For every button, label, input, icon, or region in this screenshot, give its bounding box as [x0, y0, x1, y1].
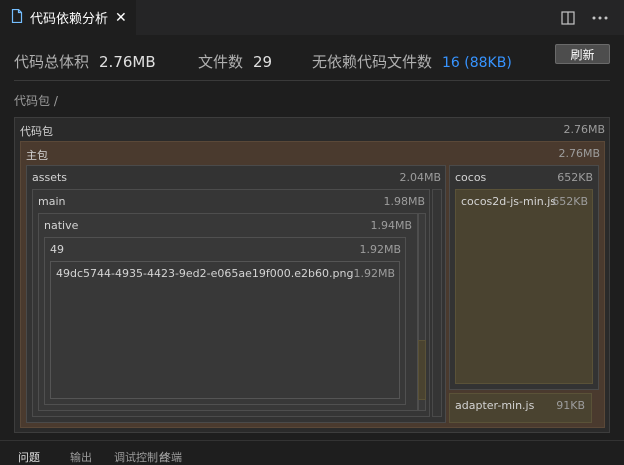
treemap-small-dir[interactable]: [432, 189, 442, 417]
file-icon: [11, 8, 23, 27]
panel-tab-problems[interactable]: 问题: [18, 449, 40, 465]
treemap-native-size: 1.94MB: [370, 219, 412, 232]
treemap-assets-label: assets: [32, 171, 68, 184]
treemap-main-package-label: 主包: [26, 149, 48, 162]
stat-files-label: 文件数: [198, 53, 244, 71]
more-icon[interactable]: [590, 8, 610, 28]
stat-nodep-label: 无依赖代码文件数: [312, 53, 433, 71]
treemap-cocos2d-js-size: 652KB: [552, 195, 588, 208]
treemap-root-label: 代码包: [20, 125, 53, 138]
stat-total-label: 代码总体积: [14, 53, 90, 71]
treemap-dir-49-label: 49: [50, 243, 64, 256]
tab-code-dependency-analysis[interactable]: 代码依赖分析 ✕: [0, 0, 137, 35]
stat-files-value: 29: [253, 53, 273, 71]
treemap-main-size: 1.98MB: [383, 195, 425, 208]
divider: [14, 80, 610, 81]
close-icon[interactable]: ✕: [115, 10, 127, 26]
stat-total-value: 2.76MB: [99, 53, 156, 71]
panel-tab-terminal[interactable]: 终端: [160, 449, 182, 465]
treemap-png-size: 1.92MB: [353, 267, 395, 280]
stat-no-dependency: 无依赖代码文件数 16 (88KB): [312, 51, 512, 72]
treemap-cocos-label: cocos: [455, 171, 487, 184]
treemap-assets-size: 2.04MB: [399, 171, 441, 184]
treemap-cocos2d-js-file[interactable]: [455, 189, 593, 384]
stat-file-count: 文件数 29: [198, 51, 272, 72]
breadcrumb[interactable]: 代码包 /: [14, 92, 58, 109]
treemap-png-file[interactable]: [50, 261, 400, 399]
treemap-adapter-size: 91KB: [556, 399, 585, 412]
treemap-cocos-size: 652KB: [557, 171, 593, 184]
refresh-button[interactable]: 刷新: [555, 44, 610, 64]
treemap-native-sliver-file[interactable]: [418, 340, 426, 400]
bottom-panel-tabs: 问题 输出 调试控制台 终端: [0, 440, 624, 464]
treemap-png-label: 49dc5744-4935-4423-9ed2-e065ae19f000.e2b…: [56, 267, 354, 280]
treemap-main-label: main: [38, 195, 66, 208]
split-editor-icon[interactable]: [558, 8, 578, 28]
treemap-native-label: native: [44, 219, 79, 232]
stat-nodep-value[interactable]: 16 (88KB): [442, 55, 512, 71]
stat-total-size: 代码总体积 2.76MB: [14, 51, 156, 72]
panel-tab-output[interactable]: 输出: [70, 449, 92, 465]
treemap-main-package-size: 2.76MB: [558, 147, 600, 160]
treemap-root-size: 2.76MB: [563, 123, 605, 136]
tab-bar: 代码依赖分析 ✕: [0, 0, 624, 35]
tab-label: 代码依赖分析: [30, 12, 109, 27]
treemap-dir-49-size: 1.92MB: [359, 243, 401, 256]
